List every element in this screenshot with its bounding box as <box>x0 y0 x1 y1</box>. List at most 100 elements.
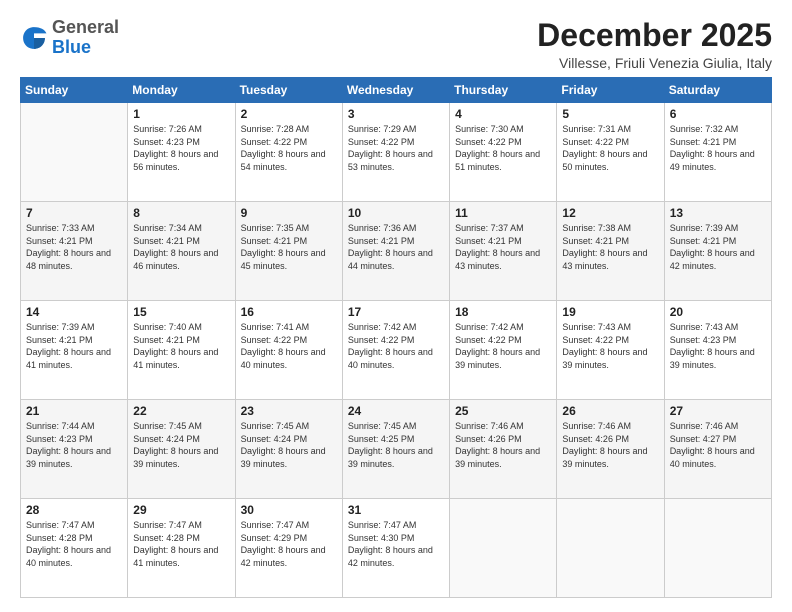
day-number: 26 <box>562 404 658 418</box>
table-row <box>450 499 557 598</box>
table-row: 21 Sunrise: 7:44 AMSunset: 4:23 PMDaylig… <box>21 400 128 499</box>
day-number: 15 <box>133 305 229 319</box>
day-info: Sunrise: 7:38 AMSunset: 4:21 PMDaylight:… <box>562 223 647 271</box>
table-row: 22 Sunrise: 7:45 AMSunset: 4:24 PMDaylig… <box>128 400 235 499</box>
logo: General Blue <box>20 18 119 58</box>
header-thursday: Thursday <box>450 78 557 103</box>
header-saturday: Saturday <box>664 78 771 103</box>
table-row: 27 Sunrise: 7:46 AMSunset: 4:27 PMDaylig… <box>664 400 771 499</box>
table-row: 8 Sunrise: 7:34 AMSunset: 4:21 PMDayligh… <box>128 202 235 301</box>
day-info: Sunrise: 7:46 AMSunset: 4:26 PMDaylight:… <box>455 421 540 469</box>
day-number: 20 <box>670 305 766 319</box>
page: General Blue December 2025 Villesse, Fri… <box>0 0 792 612</box>
week-row-1: 7 Sunrise: 7:33 AMSunset: 4:21 PMDayligh… <box>21 202 772 301</box>
table-row: 23 Sunrise: 7:45 AMSunset: 4:24 PMDaylig… <box>235 400 342 499</box>
day-info: Sunrise: 7:44 AMSunset: 4:23 PMDaylight:… <box>26 421 111 469</box>
day-info: Sunrise: 7:46 AMSunset: 4:26 PMDaylight:… <box>562 421 647 469</box>
day-number: 3 <box>348 107 444 121</box>
table-row: 16 Sunrise: 7:41 AMSunset: 4:22 PMDaylig… <box>235 301 342 400</box>
day-number: 29 <box>133 503 229 517</box>
day-info: Sunrise: 7:47 AMSunset: 4:28 PMDaylight:… <box>26 520 111 568</box>
day-number: 25 <box>455 404 551 418</box>
day-number: 14 <box>26 305 122 319</box>
day-number: 10 <box>348 206 444 220</box>
header-wednesday: Wednesday <box>342 78 449 103</box>
title-block: December 2025 Villesse, Friuli Venezia G… <box>537 18 772 71</box>
table-row: 18 Sunrise: 7:42 AMSunset: 4:22 PMDaylig… <box>450 301 557 400</box>
table-row: 10 Sunrise: 7:36 AMSunset: 4:21 PMDaylig… <box>342 202 449 301</box>
table-row <box>557 499 664 598</box>
day-number: 24 <box>348 404 444 418</box>
day-number: 7 <box>26 206 122 220</box>
logo-text: General Blue <box>52 18 119 58</box>
calendar-table: Sunday Monday Tuesday Wednesday Thursday… <box>20 77 772 598</box>
day-info: Sunrise: 7:35 AMSunset: 4:21 PMDaylight:… <box>241 223 326 271</box>
day-number: 27 <box>670 404 766 418</box>
table-row: 1 Sunrise: 7:26 AMSunset: 4:23 PMDayligh… <box>128 103 235 202</box>
day-info: Sunrise: 7:28 AMSunset: 4:22 PMDaylight:… <box>241 124 326 172</box>
day-number: 18 <box>455 305 551 319</box>
day-number: 21 <box>26 404 122 418</box>
day-number: 6 <box>670 107 766 121</box>
day-info: Sunrise: 7:37 AMSunset: 4:21 PMDaylight:… <box>455 223 540 271</box>
table-row: 13 Sunrise: 7:39 AMSunset: 4:21 PMDaylig… <box>664 202 771 301</box>
day-info: Sunrise: 7:33 AMSunset: 4:21 PMDaylight:… <box>26 223 111 271</box>
day-info: Sunrise: 7:26 AMSunset: 4:23 PMDaylight:… <box>133 124 218 172</box>
logo-general-text: General <box>52 17 119 37</box>
day-info: Sunrise: 7:39 AMSunset: 4:21 PMDaylight:… <box>670 223 755 271</box>
day-number: 19 <box>562 305 658 319</box>
day-info: Sunrise: 7:40 AMSunset: 4:21 PMDaylight:… <box>133 322 218 370</box>
table-row: 19 Sunrise: 7:43 AMSunset: 4:22 PMDaylig… <box>557 301 664 400</box>
table-row: 28 Sunrise: 7:47 AMSunset: 4:28 PMDaylig… <box>21 499 128 598</box>
table-row: 9 Sunrise: 7:35 AMSunset: 4:21 PMDayligh… <box>235 202 342 301</box>
table-row: 7 Sunrise: 7:33 AMSunset: 4:21 PMDayligh… <box>21 202 128 301</box>
day-info: Sunrise: 7:30 AMSunset: 4:22 PMDaylight:… <box>455 124 540 172</box>
header-friday: Friday <box>557 78 664 103</box>
calendar-title: December 2025 <box>537 18 772 53</box>
day-info: Sunrise: 7:43 AMSunset: 4:23 PMDaylight:… <box>670 322 755 370</box>
day-number: 23 <box>241 404 337 418</box>
weekday-header-row: Sunday Monday Tuesday Wednesday Thursday… <box>21 78 772 103</box>
day-info: Sunrise: 7:47 AMSunset: 4:30 PMDaylight:… <box>348 520 433 568</box>
header-monday: Monday <box>128 78 235 103</box>
day-number: 11 <box>455 206 551 220</box>
day-info: Sunrise: 7:47 AMSunset: 4:29 PMDaylight:… <box>241 520 326 568</box>
day-number: 4 <box>455 107 551 121</box>
day-info: Sunrise: 7:29 AMSunset: 4:22 PMDaylight:… <box>348 124 433 172</box>
day-info: Sunrise: 7:42 AMSunset: 4:22 PMDaylight:… <box>455 322 540 370</box>
table-row: 26 Sunrise: 7:46 AMSunset: 4:26 PMDaylig… <box>557 400 664 499</box>
day-number: 17 <box>348 305 444 319</box>
day-number: 30 <box>241 503 337 517</box>
week-row-4: 28 Sunrise: 7:47 AMSunset: 4:28 PMDaylig… <box>21 499 772 598</box>
day-number: 12 <box>562 206 658 220</box>
table-row: 17 Sunrise: 7:42 AMSunset: 4:22 PMDaylig… <box>342 301 449 400</box>
day-number: 13 <box>670 206 766 220</box>
day-info: Sunrise: 7:36 AMSunset: 4:21 PMDaylight:… <box>348 223 433 271</box>
week-row-2: 14 Sunrise: 7:39 AMSunset: 4:21 PMDaylig… <box>21 301 772 400</box>
table-row: 5 Sunrise: 7:31 AMSunset: 4:22 PMDayligh… <box>557 103 664 202</box>
day-number: 16 <box>241 305 337 319</box>
table-row: 29 Sunrise: 7:47 AMSunset: 4:28 PMDaylig… <box>128 499 235 598</box>
calendar-subtitle: Villesse, Friuli Venezia Giulia, Italy <box>537 55 772 71</box>
table-row: 20 Sunrise: 7:43 AMSunset: 4:23 PMDaylig… <box>664 301 771 400</box>
table-row: 31 Sunrise: 7:47 AMSunset: 4:30 PMDaylig… <box>342 499 449 598</box>
day-info: Sunrise: 7:32 AMSunset: 4:21 PMDaylight:… <box>670 124 755 172</box>
table-row <box>664 499 771 598</box>
day-info: Sunrise: 7:43 AMSunset: 4:22 PMDaylight:… <box>562 322 647 370</box>
day-info: Sunrise: 7:31 AMSunset: 4:22 PMDaylight:… <box>562 124 647 172</box>
header: General Blue December 2025 Villesse, Fri… <box>20 18 772 71</box>
table-row: 25 Sunrise: 7:46 AMSunset: 4:26 PMDaylig… <box>450 400 557 499</box>
day-number: 5 <box>562 107 658 121</box>
day-number: 2 <box>241 107 337 121</box>
day-number: 22 <box>133 404 229 418</box>
week-row-0: 1 Sunrise: 7:26 AMSunset: 4:23 PMDayligh… <box>21 103 772 202</box>
table-row: 11 Sunrise: 7:37 AMSunset: 4:21 PMDaylig… <box>450 202 557 301</box>
day-number: 31 <box>348 503 444 517</box>
table-row: 14 Sunrise: 7:39 AMSunset: 4:21 PMDaylig… <box>21 301 128 400</box>
day-number: 9 <box>241 206 337 220</box>
day-number: 8 <box>133 206 229 220</box>
week-row-3: 21 Sunrise: 7:44 AMSunset: 4:23 PMDaylig… <box>21 400 772 499</box>
day-info: Sunrise: 7:39 AMSunset: 4:21 PMDaylight:… <box>26 322 111 370</box>
table-row: 30 Sunrise: 7:47 AMSunset: 4:29 PMDaylig… <box>235 499 342 598</box>
table-row: 3 Sunrise: 7:29 AMSunset: 4:22 PMDayligh… <box>342 103 449 202</box>
